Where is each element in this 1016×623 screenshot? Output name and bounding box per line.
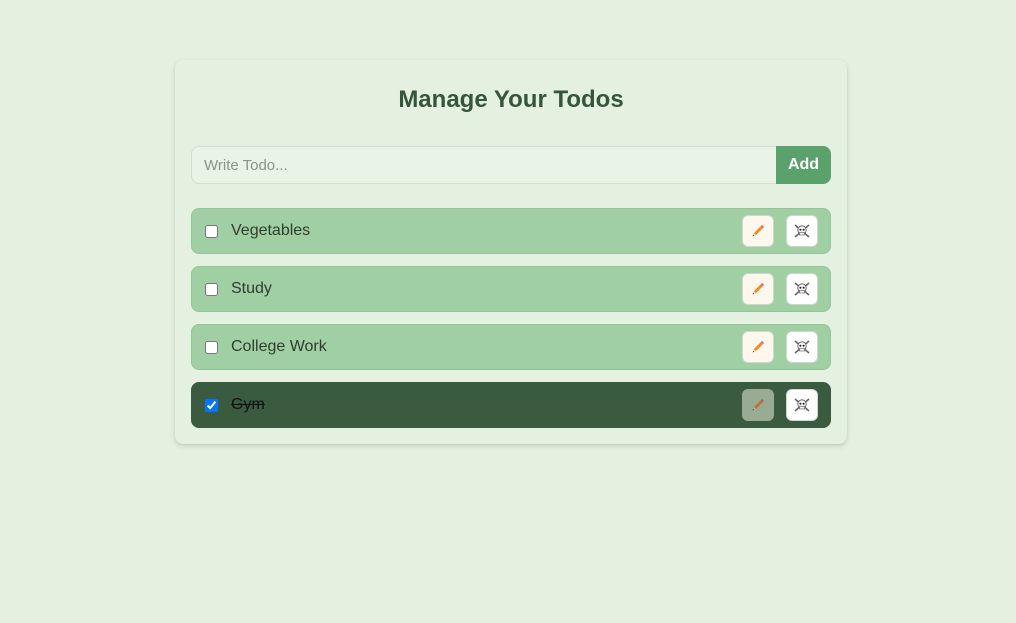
todo-checkbox[interactable] <box>205 282 218 296</box>
edit-button[interactable] <box>742 389 774 421</box>
todo-card: Manage Your Todos Add Vegetables <box>175 60 847 444</box>
skull-crossbones-icon <box>793 397 811 413</box>
delete-button[interactable] <box>786 215 818 247</box>
todo-input[interactable] <box>191 146 776 184</box>
todo-text: Study <box>231 280 272 297</box>
todo-item: Gym <box>191 382 831 428</box>
skull-crossbones-icon <box>793 223 811 239</box>
delete-button[interactable] <box>786 273 818 305</box>
pencil-icon <box>750 223 766 239</box>
todo-text: College Work <box>231 338 327 355</box>
todo-item: College Work <box>191 324 831 370</box>
edit-button[interactable] <box>742 273 774 305</box>
todo-item: Vegetables <box>191 208 831 254</box>
edit-button[interactable] <box>742 215 774 247</box>
todo-item: Study <box>191 266 831 312</box>
delete-button[interactable] <box>786 389 818 421</box>
todo-text: Gym <box>231 396 265 413</box>
todo-text: Vegetables <box>231 222 311 239</box>
page-title: Manage Your Todos <box>398 86 624 113</box>
todo-checkbox[interactable] <box>205 398 218 412</box>
delete-button[interactable] <box>786 331 818 363</box>
skull-crossbones-icon <box>793 339 811 355</box>
todo-checkbox[interactable] <box>205 224 218 238</box>
todo-list: Vegetables Study College Work Gym <box>191 208 831 440</box>
add-button[interactable]: Add <box>776 146 831 184</box>
pencil-icon <box>750 397 766 413</box>
add-todo-form: Add <box>191 146 831 184</box>
pencil-icon <box>750 339 766 355</box>
todo-checkbox[interactable] <box>205 340 218 354</box>
edit-button[interactable] <box>742 331 774 363</box>
pencil-icon <box>750 281 766 297</box>
skull-crossbones-icon <box>793 281 811 297</box>
